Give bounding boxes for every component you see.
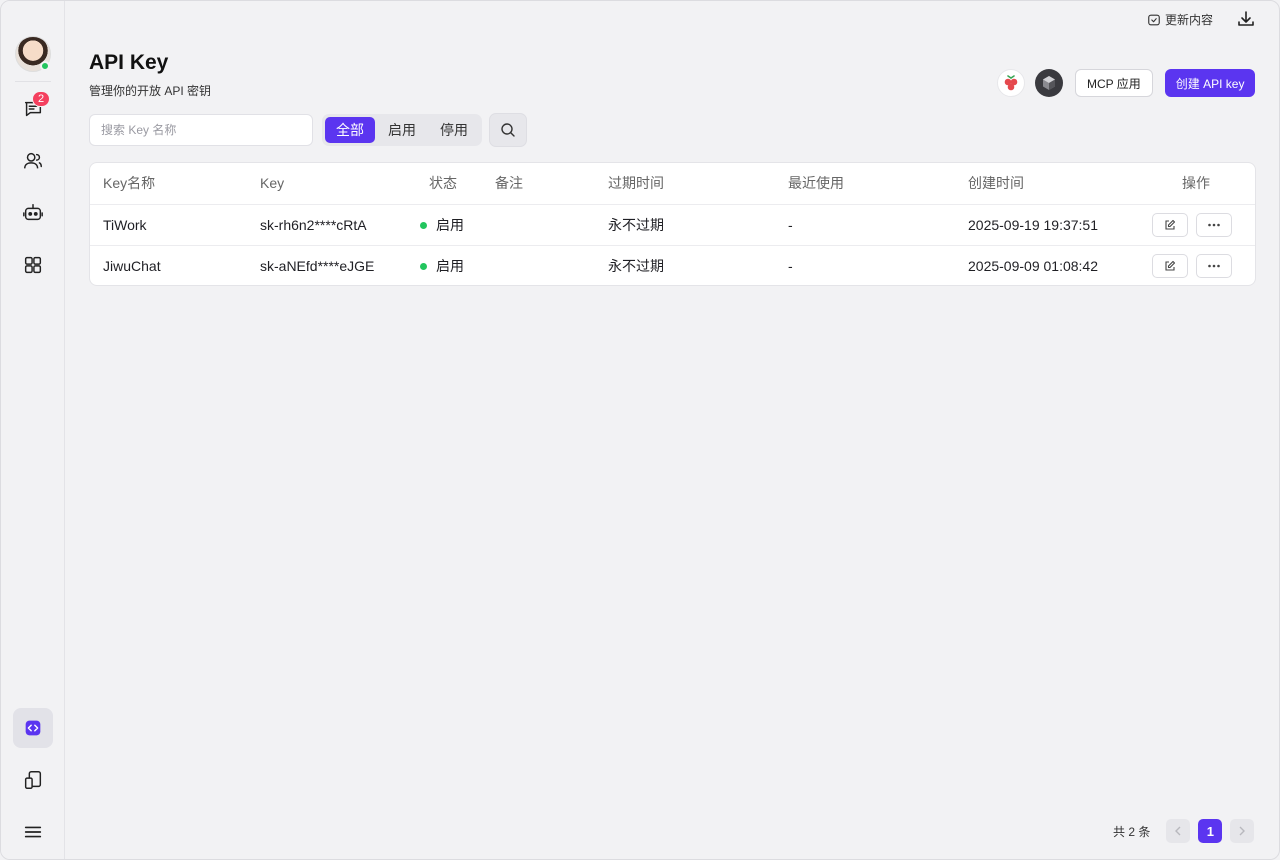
col-header-note: 备注 bbox=[495, 175, 523, 191]
actions-cell bbox=[1152, 246, 1240, 285]
status-label: 启用 bbox=[436, 217, 464, 233]
status-dot bbox=[420, 221, 427, 229]
pagination-total: 共 2 条 bbox=[1113, 824, 1151, 839]
pagination: 共 2 条 1 bbox=[1113, 819, 1255, 843]
edit-icon bbox=[1165, 219, 1176, 230]
key-value: sk-rh6n2****cRtA bbox=[260, 217, 367, 233]
page-number-button[interactable]: 1 bbox=[1198, 819, 1223, 843]
sidebar-item-api[interactable] bbox=[13, 708, 53, 748]
cube-app-icon[interactable] bbox=[1035, 69, 1063, 97]
expire-cell: 永不过期 bbox=[608, 258, 664, 274]
update-notes-link[interactable]: 更新内容 bbox=[1147, 11, 1213, 28]
strawberry-app-icon[interactable] bbox=[997, 69, 1025, 97]
sidebar-item-robot[interactable] bbox=[13, 193, 53, 233]
table-row: JiwuChat sk-aNEfd****eJGE 启用 永不过期 - 2025… bbox=[90, 245, 1255, 285]
status-label: 启用 bbox=[436, 258, 464, 274]
next-page-button[interactable] bbox=[1230, 819, 1255, 843]
tab-all[interactable]: 全部 bbox=[325, 117, 375, 143]
sidebar-item-apps[interactable] bbox=[13, 245, 53, 285]
col-header-expire: 过期时间 bbox=[608, 175, 664, 191]
edit-icon bbox=[1165, 260, 1176, 271]
online-status-dot bbox=[40, 61, 50, 71]
page-title: API Key bbox=[89, 51, 169, 74]
col-header-status: 状态 bbox=[429, 175, 457, 191]
mcp-apps-button[interactable]: MCP 应用 bbox=[1075, 69, 1153, 97]
expire-cell: 永不过期 bbox=[608, 217, 664, 233]
header-actions: MCP 应用 创建 API key bbox=[997, 69, 1256, 97]
device-icon bbox=[24, 771, 42, 789]
tab-disabled[interactable]: 停用 bbox=[429, 117, 479, 143]
created-cell: 2025-09-09 01:08:42 bbox=[968, 258, 1098, 274]
key-value: sk-aNEfd****eJGE bbox=[260, 258, 375, 274]
created-cell: 2025-09-19 19:37:51 bbox=[968, 217, 1098, 233]
col-header-key: Key bbox=[260, 175, 285, 191]
key-name: TiWork bbox=[103, 217, 147, 233]
sidebar-item-contacts[interactable] bbox=[13, 141, 53, 181]
download-icon[interactable] bbox=[1236, 9, 1256, 29]
create-api-key-button[interactable]: 创建 API key bbox=[1164, 69, 1256, 97]
cube-icon bbox=[1043, 76, 1055, 90]
chevron-right-icon bbox=[1239, 826, 1246, 836]
robot-icon bbox=[23, 204, 43, 221]
more-button[interactable] bbox=[1196, 254, 1232, 278]
sidebar-item-menu[interactable] bbox=[13, 812, 53, 852]
api-key-table: Key名称 Key 状态 备注 过期时间 最近使用 创建时间 操作 TiWork… bbox=[89, 162, 1256, 286]
sidebar: 2 bbox=[1, 1, 65, 859]
contacts-icon bbox=[24, 152, 42, 169]
strawberry-icon bbox=[1004, 75, 1018, 91]
more-button[interactable] bbox=[1196, 213, 1232, 237]
status-cell: 启用 bbox=[420, 205, 464, 245]
col-header-actions: 操作 bbox=[1182, 175, 1210, 191]
chevron-left-icon bbox=[1175, 826, 1181, 836]
last-used-cell: - bbox=[788, 258, 793, 274]
table-row: TiWork sk-rh6n2****cRtA 启用 永不过期 - 2025-0… bbox=[90, 204, 1255, 245]
prev-page-button[interactable] bbox=[1166, 819, 1191, 843]
apps-grid-icon bbox=[24, 256, 42, 274]
sidebar-divider bbox=[15, 81, 51, 82]
update-icon bbox=[1148, 14, 1160, 25]
tab-enabled[interactable]: 启用 bbox=[377, 117, 427, 143]
key-name: JiwuChat bbox=[103, 258, 161, 274]
more-icon bbox=[1208, 223, 1220, 227]
update-notes-label: 更新内容 bbox=[1165, 13, 1214, 27]
code-icon bbox=[25, 720, 41, 736]
chat-unread-badge: 2 bbox=[32, 91, 51, 107]
app-window: 2 更新内容 API Key 管理你的开放 API 密钥 MCP 应用 创建 A… bbox=[0, 0, 1280, 860]
col-header-last-used: 最近使用 bbox=[788, 175, 844, 191]
more-icon bbox=[1208, 264, 1220, 268]
edit-button[interactable] bbox=[1152, 213, 1188, 237]
col-header-name: Key名称 bbox=[103, 175, 156, 191]
sidebar-item-device[interactable] bbox=[13, 760, 53, 800]
search-button[interactable] bbox=[489, 113, 527, 147]
table-header: Key名称 Key 状态 备注 过期时间 最近使用 创建时间 操作 bbox=[90, 163, 1255, 204]
page-subtitle: 管理你的开放 API 密钥 bbox=[89, 84, 212, 98]
col-header-created: 创建时间 bbox=[968, 175, 1024, 191]
menu-icon bbox=[24, 826, 42, 838]
last-used-cell: - bbox=[788, 217, 793, 233]
actions-cell bbox=[1152, 205, 1240, 245]
status-filter-tabs: 全部 启用 停用 bbox=[322, 114, 482, 146]
search-input[interactable] bbox=[89, 114, 313, 146]
edit-button[interactable] bbox=[1152, 254, 1188, 278]
status-cell: 启用 bbox=[420, 246, 464, 285]
search-icon bbox=[501, 123, 515, 137]
status-dot bbox=[420, 262, 427, 270]
